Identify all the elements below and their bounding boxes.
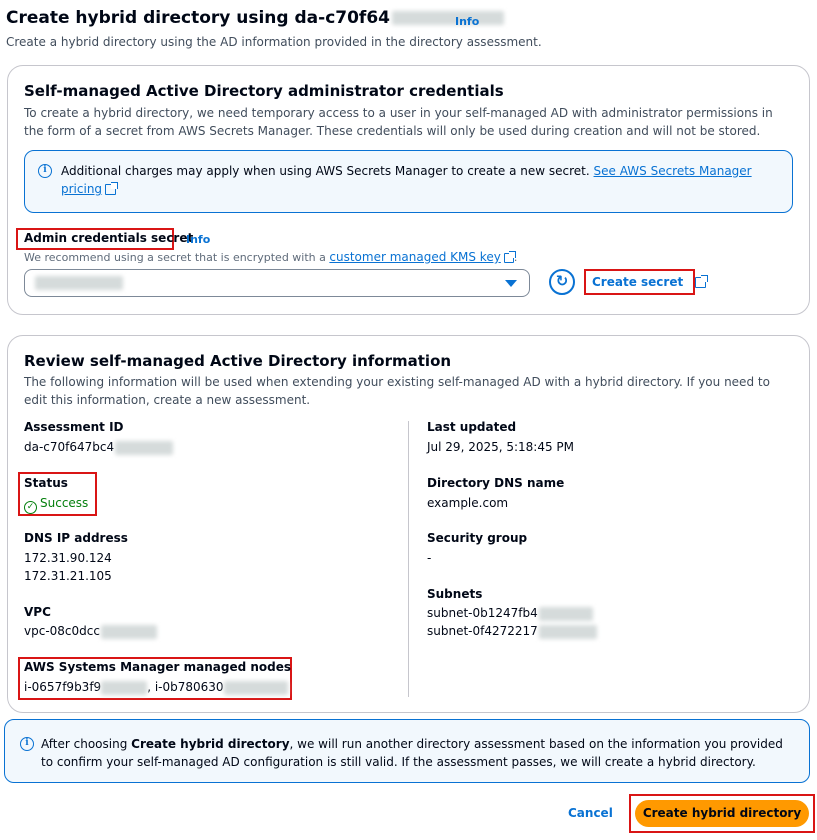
cancel-button[interactable]: Cancel bbox=[568, 806, 613, 820]
redacted-text bbox=[100, 624, 157, 639]
info-circle-icon: i bbox=[38, 164, 52, 178]
pricing-alert: i Additional charges may apply when usin… bbox=[24, 150, 793, 213]
page-title: Create hybrid directory using da-c70f64 bbox=[6, 8, 504, 28]
success-check-icon: ✓ bbox=[24, 501, 37, 514]
vpc-value: vpc-08c0dcc bbox=[24, 622, 157, 641]
title-info-link[interactable]: Info bbox=[455, 15, 479, 28]
review-description: The following information will be used w… bbox=[24, 375, 770, 407]
review-title: Review self-managed Active Directory inf… bbox=[24, 352, 452, 370]
subnet-1: subnet-0b1247fb4 bbox=[427, 604, 593, 623]
redacted-text bbox=[101, 680, 148, 695]
dns-name-label: Directory DNS name bbox=[427, 476, 565, 490]
dns-name-value: example.com bbox=[427, 496, 509, 510]
status-label: Status bbox=[24, 476, 68, 490]
field-info-link[interactable]: Info bbox=[186, 233, 210, 246]
credentials-title: Self-managed Active Directory administra… bbox=[24, 82, 504, 100]
subnets-label: Subnets bbox=[427, 587, 483, 601]
field-hint: We recommend using a secret that is encr… bbox=[24, 250, 518, 264]
redacted-id bbox=[392, 11, 504, 25]
create-hybrid-directory-button[interactable]: Create hybrid directory bbox=[635, 800, 809, 827]
redacted-text bbox=[115, 440, 174, 455]
dns-ip-2: 172.31.21.105 bbox=[24, 569, 112, 583]
nodes-label: AWS Systems Manager managed nodes bbox=[24, 660, 292, 674]
admin-credentials-label: Admin credentials secret bbox=[24, 231, 194, 245]
dns-ip-1: 172.31.90.124 bbox=[24, 551, 112, 565]
credentials-container: Self-managed Active Directory administra… bbox=[7, 65, 810, 315]
external-link-icon bbox=[695, 275, 709, 288]
redacted-text bbox=[538, 624, 597, 639]
page-description: Create a hybrid directory using the AD i… bbox=[6, 35, 542, 49]
external-link-icon bbox=[105, 182, 119, 195]
security-group-label: Security group bbox=[427, 531, 528, 545]
nodes-value: i-0657f9b3f9, i-0b780630 bbox=[24, 678, 288, 697]
status-value: ✓ Success bbox=[24, 494, 88, 514]
dns-ip-label: DNS IP address bbox=[24, 531, 128, 545]
security-group-value: - bbox=[427, 551, 432, 565]
credentials-description: To create a hybrid directory, we need te… bbox=[24, 106, 773, 138]
last-updated-value: Jul 29, 2025, 5:18:45 PM bbox=[427, 440, 575, 454]
assessment-id-value: da-c70f647bc4 bbox=[24, 438, 174, 457]
info-circle-icon: i bbox=[20, 737, 34, 751]
admin-secret-select[interactable] bbox=[24, 269, 530, 297]
redacted-text bbox=[538, 606, 593, 621]
caret-down-icon bbox=[505, 280, 517, 287]
redacted-secret bbox=[35, 276, 123, 290]
assessment-info-alert: i After choosing Create hybrid directory… bbox=[4, 719, 810, 783]
review-container: Review self-managed Active Directory inf… bbox=[7, 335, 810, 713]
vpc-label: VPC bbox=[24, 605, 51, 619]
refresh-button[interactable]: ↻ bbox=[549, 269, 575, 295]
create-secret-button[interactable]: Create secret bbox=[584, 269, 709, 295]
redacted-text bbox=[223, 680, 288, 695]
refresh-icon: ↻ bbox=[555, 272, 569, 290]
subnet-2: subnet-0f4272217 bbox=[427, 622, 597, 641]
kms-key-link[interactable]: customer managed KMS key bbox=[329, 250, 500, 264]
column-divider bbox=[408, 421, 409, 697]
last-updated-label: Last updated bbox=[427, 420, 517, 434]
assessment-id-label: Assessment ID bbox=[24, 420, 124, 434]
external-link-icon bbox=[503, 251, 516, 263]
